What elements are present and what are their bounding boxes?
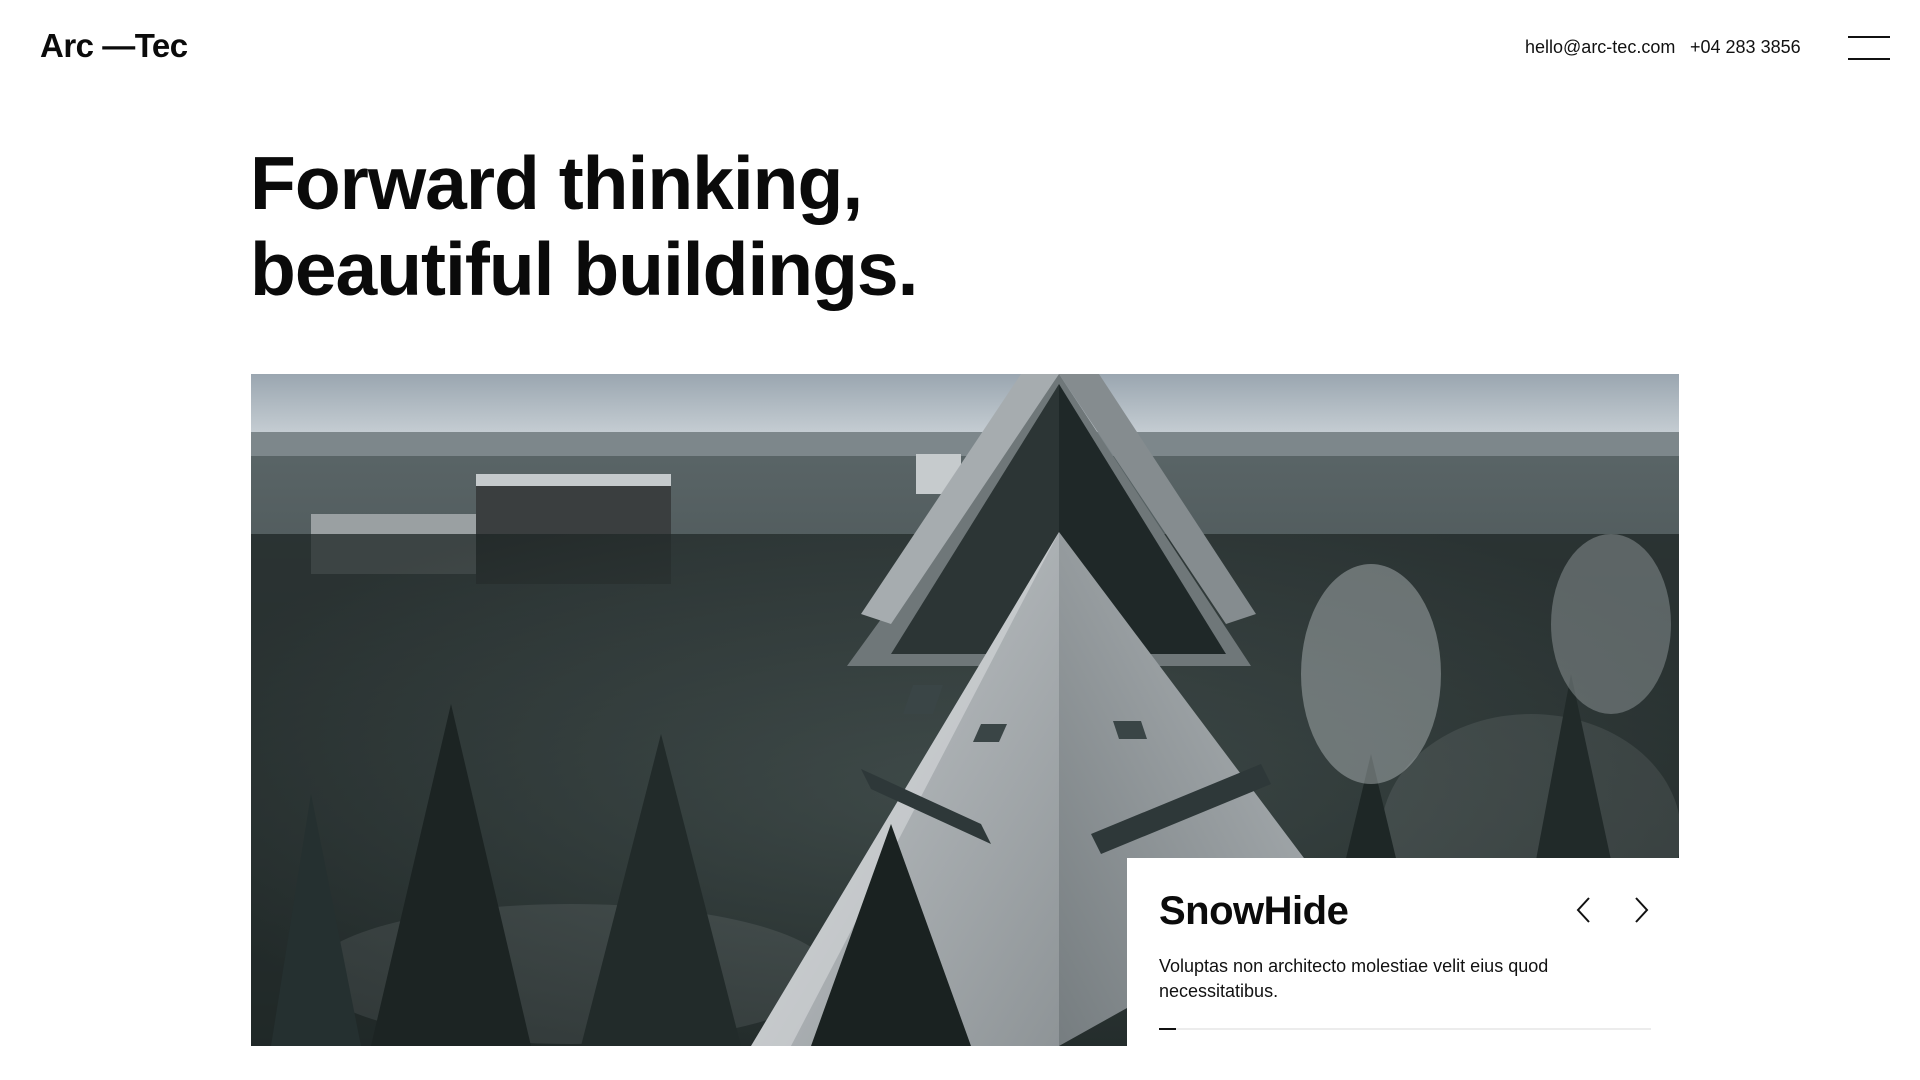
prev-arrow-svg xyxy=(1576,897,1590,923)
hamburger-menu-icon[interactable] xyxy=(1848,36,1890,62)
project-card: SnowHide Voluptas non architecto molesti… xyxy=(1127,858,1679,1046)
next-arrow-svg xyxy=(1635,897,1649,923)
email-link[interactable]: hello@arc-tec.com xyxy=(1525,36,1675,58)
project-description: Voluptas non architecto molestiae velit … xyxy=(1159,956,1549,1001)
slider-progress-fill xyxy=(1159,1028,1177,1030)
headline-line-1: Forward thinking, xyxy=(250,141,863,225)
page-headline: Forward thinking, beautiful buildings. xyxy=(250,140,918,312)
project-title: SnowHide xyxy=(1159,889,1349,933)
chevron-right-icon[interactable] xyxy=(1624,894,1656,926)
site-logo[interactable]: Arc —Tec xyxy=(40,26,188,66)
menu-line-top xyxy=(1848,36,1890,38)
menu-line-bottom xyxy=(1848,58,1890,60)
phone-link[interactable]: +04 283 3856 xyxy=(1690,36,1801,58)
headline-line-2: beautiful buildings. xyxy=(250,227,918,311)
chevron-left-icon[interactable] xyxy=(1569,894,1601,926)
slider-progress-bar xyxy=(1159,1028,1651,1030)
site-header: Arc —Tec hello@arc-tec.com +04 283 3856 xyxy=(0,0,1920,96)
